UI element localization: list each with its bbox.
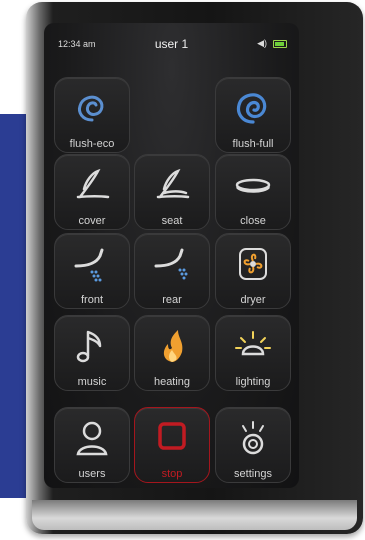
rear-button[interactable]: rear [134, 233, 210, 309]
user-icon [70, 416, 114, 460]
lighting-button[interactable]: lighting [215, 315, 291, 391]
rear-wash-icon [150, 242, 194, 286]
fan-icon [231, 242, 275, 286]
seat-icon [150, 163, 194, 207]
close-label: close [240, 215, 266, 227]
front-wash-icon [70, 242, 114, 286]
dryer-button[interactable]: dryer [215, 233, 291, 309]
settings-button[interactable]: settings [215, 407, 291, 483]
close-button[interactable]: close [215, 154, 291, 230]
seat-button[interactable]: seat [134, 154, 210, 230]
front-label: front [80, 294, 103, 306]
battery-icon [273, 39, 287, 48]
speaker-icon: ◀) [257, 38, 267, 48]
heating-button[interactable]: heating [134, 315, 210, 391]
device-bottom-bezel [32, 500, 357, 530]
swirl-icon [231, 86, 275, 130]
flush-eco-label: flush-eco [69, 138, 115, 150]
music-label: music [77, 376, 107, 388]
front-button[interactable]: front [54, 233, 130, 309]
rear-label: rear [162, 294, 182, 306]
heating-label: heating [153, 376, 191, 388]
light-icon [231, 324, 275, 368]
stop-label: stop [161, 468, 183, 480]
flush-full-label: flush-full [232, 138, 274, 150]
close-lid-icon [231, 163, 275, 207]
lighting-label: lighting [235, 376, 271, 388]
flush-eco-button[interactable]: flush-eco [54, 77, 130, 153]
users-label: users [78, 468, 106, 480]
status-bar: 12:34 am user 1 ◀) [44, 23, 299, 51]
cover-button[interactable]: cover [54, 154, 130, 230]
status-icons: ◀) [257, 38, 287, 49]
dryer-label: dryer [240, 294, 266, 306]
stop-button[interactable]: stop [134, 407, 210, 483]
music-note-icon [70, 324, 114, 368]
cover-label: cover [78, 215, 106, 227]
touch-screen: 12:34 am user 1 ◀) flush-eco flush-full [44, 23, 299, 488]
swirl-icon [70, 86, 114, 130]
seat-label: seat [161, 215, 183, 227]
music-button[interactable]: music [54, 315, 130, 391]
lid-icon [70, 163, 114, 207]
flame-icon [150, 324, 194, 368]
stop-icon [150, 416, 194, 460]
flush-full-button[interactable]: flush-full [215, 77, 291, 153]
users-button[interactable]: users [54, 407, 130, 483]
settings-label: settings [234, 468, 272, 480]
settings-icon [231, 416, 275, 460]
